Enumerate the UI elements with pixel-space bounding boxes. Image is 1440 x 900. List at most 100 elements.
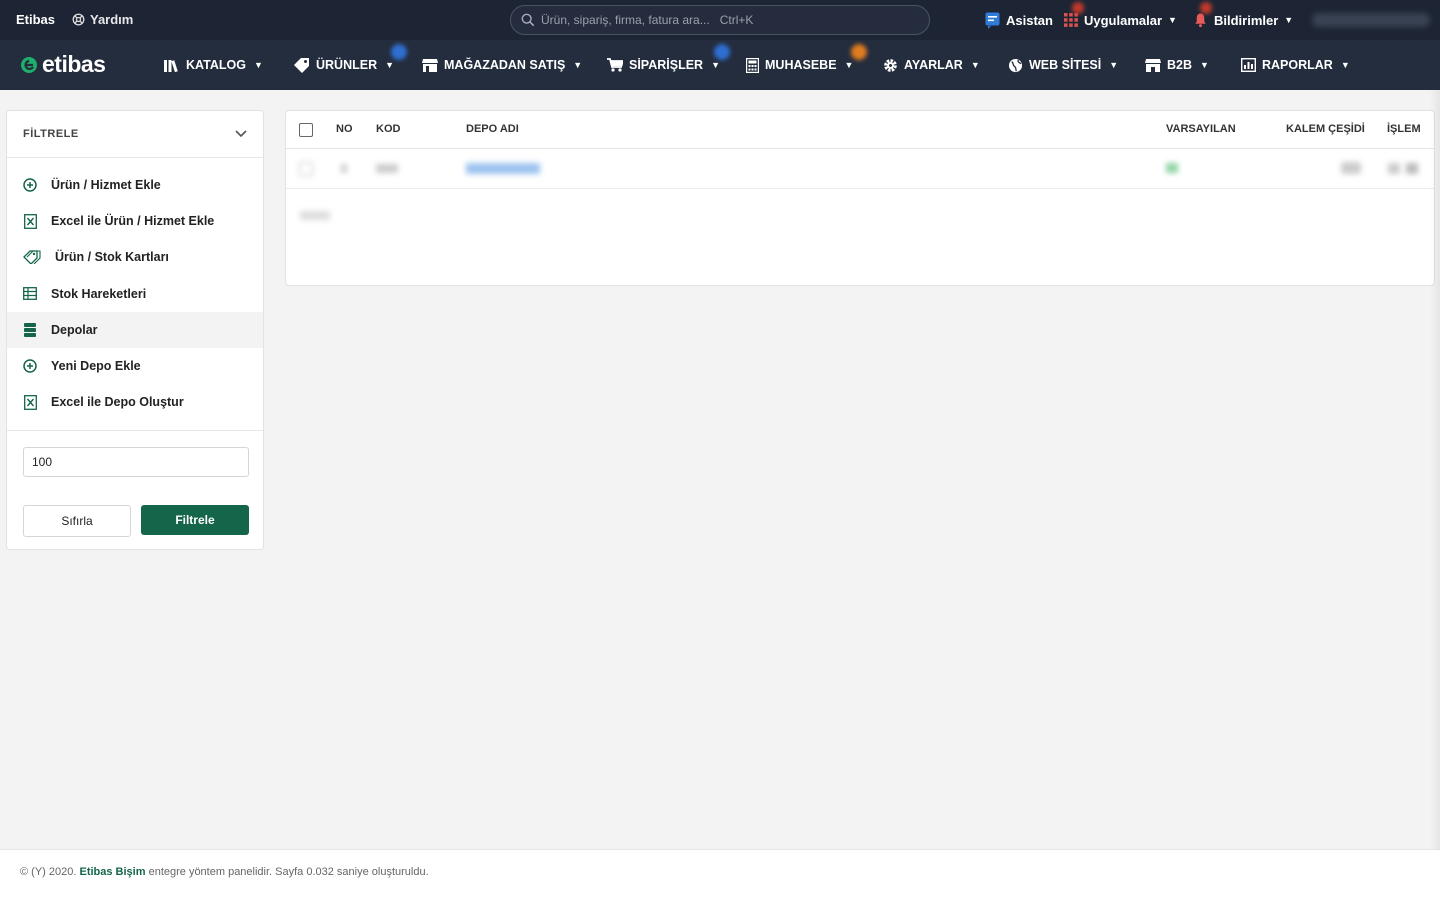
sidebar-item-label: Excel ile Depo Oluştur — [51, 395, 184, 410]
library-icon — [164, 59, 178, 72]
row-default-check-icon — [1166, 163, 1178, 173]
footer-company-link[interactable]: Etibas Bişim — [79, 866, 145, 878]
tag-icon — [294, 57, 309, 73]
sidebar-item-label: Ürün / Hizmet Ekle — [51, 178, 161, 193]
sidebar-item-stok-kartlari[interactable]: Ürün / Stok Kartları — [7, 239, 263, 275]
brand-name[interactable]: Etibas — [16, 12, 55, 27]
chevron-down-icon[interactable] — [235, 130, 247, 138]
chevron-down-icon: ▼ — [970, 60, 980, 70]
table-header: NO KOD DEPO ADI VARSAYILAN KALEM ÇEŞİDİ … — [286, 111, 1434, 149]
calculator-icon — [746, 57, 759, 73]
nav-urunler-label: ÜRÜNLER — [316, 58, 378, 72]
etibas-logo[interactable]: etibas — [20, 51, 106, 78]
nav-ayarlar-label: AYARLAR — [904, 58, 963, 72]
sidebar-item-urun-hizmet-ekle[interactable]: Ürün / Hizmet Ekle — [7, 167, 263, 203]
chevron-down-icon: ▼ — [1200, 60, 1209, 70]
globe-icon — [1008, 58, 1023, 72]
grid-icon — [1064, 13, 1078, 27]
scroll-shadow — [1430, 90, 1440, 900]
sidebar-item-depolar[interactable]: Depolar — [7, 311, 263, 348]
report-icon — [1241, 58, 1256, 72]
filter-title: FİLTRELE — [23, 128, 79, 140]
column-header-no[interactable]: NO — [336, 123, 353, 135]
tags-icon — [23, 250, 41, 265]
sidebar-item-label: Depolar — [51, 322, 98, 337]
lifebuoy-icon — [72, 13, 85, 26]
chat-icon — [985, 12, 1000, 29]
bell-icon — [1195, 13, 1206, 28]
sidebar-menu: Ürün / Hizmet Ekle Excel ile Ürün / Hizm… — [7, 158, 263, 431]
search-icon — [521, 13, 535, 27]
column-header-islem[interactable]: İŞLEM — [1387, 123, 1421, 135]
nav-muhasebe[interactable]: MUHASEBE ▼ — [746, 40, 853, 90]
sidebar-item-yeni-depo-ekle[interactable]: Yeni Depo Ekle — [7, 348, 263, 384]
filter-button[interactable]: Filtrele — [141, 505, 249, 535]
nav-siparisler-badge — [714, 44, 730, 60]
sidebar-item-label: Excel ile Ürün / Hizmet Ekle — [51, 214, 215, 229]
nav-raporlar[interactable]: RAPORLAR ▼ — [1241, 40, 1350, 90]
chevron-down-icon: ▼ — [253, 60, 263, 70]
pagination-info — [300, 211, 330, 220]
help-label: Yardım — [90, 12, 134, 27]
plus-circle-icon — [23, 359, 37, 373]
row-no — [341, 164, 347, 173]
delete-icon[interactable] — [1406, 163, 1418, 174]
shop-icon — [1145, 59, 1161, 72]
column-header-varsayilan[interactable]: VARSAYILAN — [1166, 123, 1236, 135]
nav-siparisler-label: SİPARİŞLER — [629, 58, 704, 72]
assistant-button[interactable]: Asistan — [985, 0, 1053, 40]
chevron-down-icon: ▼ — [1340, 60, 1350, 70]
column-header-depo-adi[interactable]: DEPO ADI — [466, 123, 519, 135]
sidebar-item-excel-urun-ekle[interactable]: Excel ile Ürün / Hizmet Ekle — [7, 203, 263, 239]
nav-siparisler[interactable]: SİPARİŞLER ▼ — [607, 40, 720, 90]
help-link[interactable]: Yardım — [72, 12, 133, 27]
table-row — [286, 149, 1434, 189]
chevron-down-icon: ▼ — [385, 60, 395, 70]
chevron-down-icon: ▼ — [1284, 15, 1294, 25]
footer-copyright: © (Y) 2020. — [20, 866, 77, 878]
nav-muhasebe-label: MUHASEBE — [765, 58, 837, 72]
nav-muhasebe-badge — [851, 44, 867, 60]
user-menu[interactable] — [1312, 13, 1430, 27]
filter-sidebar: FİLTRELE Ürün / Hizmet Ekle Excel ile Ür… — [6, 110, 264, 550]
column-header-kalem-cesidi[interactable]: KALEM ÇEŞİDİ — [1286, 123, 1365, 135]
nav-katalog[interactable]: KATALOG ▼ — [164, 40, 263, 90]
global-search[interactable] — [510, 5, 930, 35]
chevron-down-icon: ▼ — [711, 60, 721, 70]
row-checkbox[interactable] — [299, 162, 313, 176]
chevron-down-icon: ▼ — [844, 60, 854, 70]
assistant-label: Asistan — [1006, 12, 1053, 28]
excel-icon — [23, 394, 37, 410]
warehouse-table-panel: NO KOD DEPO ADI VARSAYILAN KALEM ÇEŞİDİ … — [285, 110, 1435, 286]
nav-magazadan-satis[interactable]: MAĞAZADAN SATIŞ ▼ — [422, 40, 582, 90]
nav-urunler[interactable]: ÜRÜNLER ▼ — [293, 40, 394, 90]
edit-icon[interactable] — [1388, 163, 1400, 174]
plus-circle-icon — [23, 178, 37, 192]
column-header-kod[interactable]: KOD — [376, 123, 400, 135]
nav-ayarlar[interactable]: AYARLAR ▼ — [883, 40, 980, 90]
notifications-label: Bildirimler — [1214, 12, 1279, 28]
apps-label: Uygulamalar — [1084, 12, 1163, 28]
store-icon — [422, 59, 438, 72]
chevron-down-icon: ▼ — [1109, 60, 1119, 70]
database-icon — [23, 322, 37, 337]
row-warehouse-name-link[interactable] — [466, 163, 540, 174]
sidebar-item-excel-depo-olustur[interactable]: Excel ile Depo Oluştur — [7, 384, 263, 420]
search-input[interactable] — [541, 13, 911, 27]
footer-text: entegre yöntem panelidir. Sayfa 0.032 sa… — [148, 866, 429, 878]
chevron-down-icon: ▼ — [1168, 15, 1177, 25]
nav-urunler-badge — [391, 44, 407, 60]
logo-text: etibas — [42, 51, 106, 77]
sidebar-item-stok-hareketleri[interactable]: Stok Hareketleri — [7, 276, 263, 312]
logo-mark-icon — [21, 56, 37, 73]
reset-button[interactable]: Sıfırla — [23, 505, 131, 537]
select-all-checkbox[interactable] — [299, 123, 313, 137]
nav-web-sitesi[interactable]: WEB SİTESİ ▼ — [1008, 40, 1118, 90]
nav-b2b[interactable]: B2B ▼ — [1145, 40, 1209, 90]
cart-icon — [607, 58, 623, 72]
filter-header[interactable]: FİLTRELE — [7, 111, 263, 158]
nav-web-sitesi-label: WEB SİTESİ — [1029, 58, 1102, 72]
main-navigation: etibas KATALOG ▼ ÜRÜNLER ▼ MAĞAZADAN SATIŞ… — [0, 40, 1440, 90]
limit-input[interactable] — [23, 447, 249, 477]
nav-b2b-label: B2B — [1167, 58, 1193, 72]
